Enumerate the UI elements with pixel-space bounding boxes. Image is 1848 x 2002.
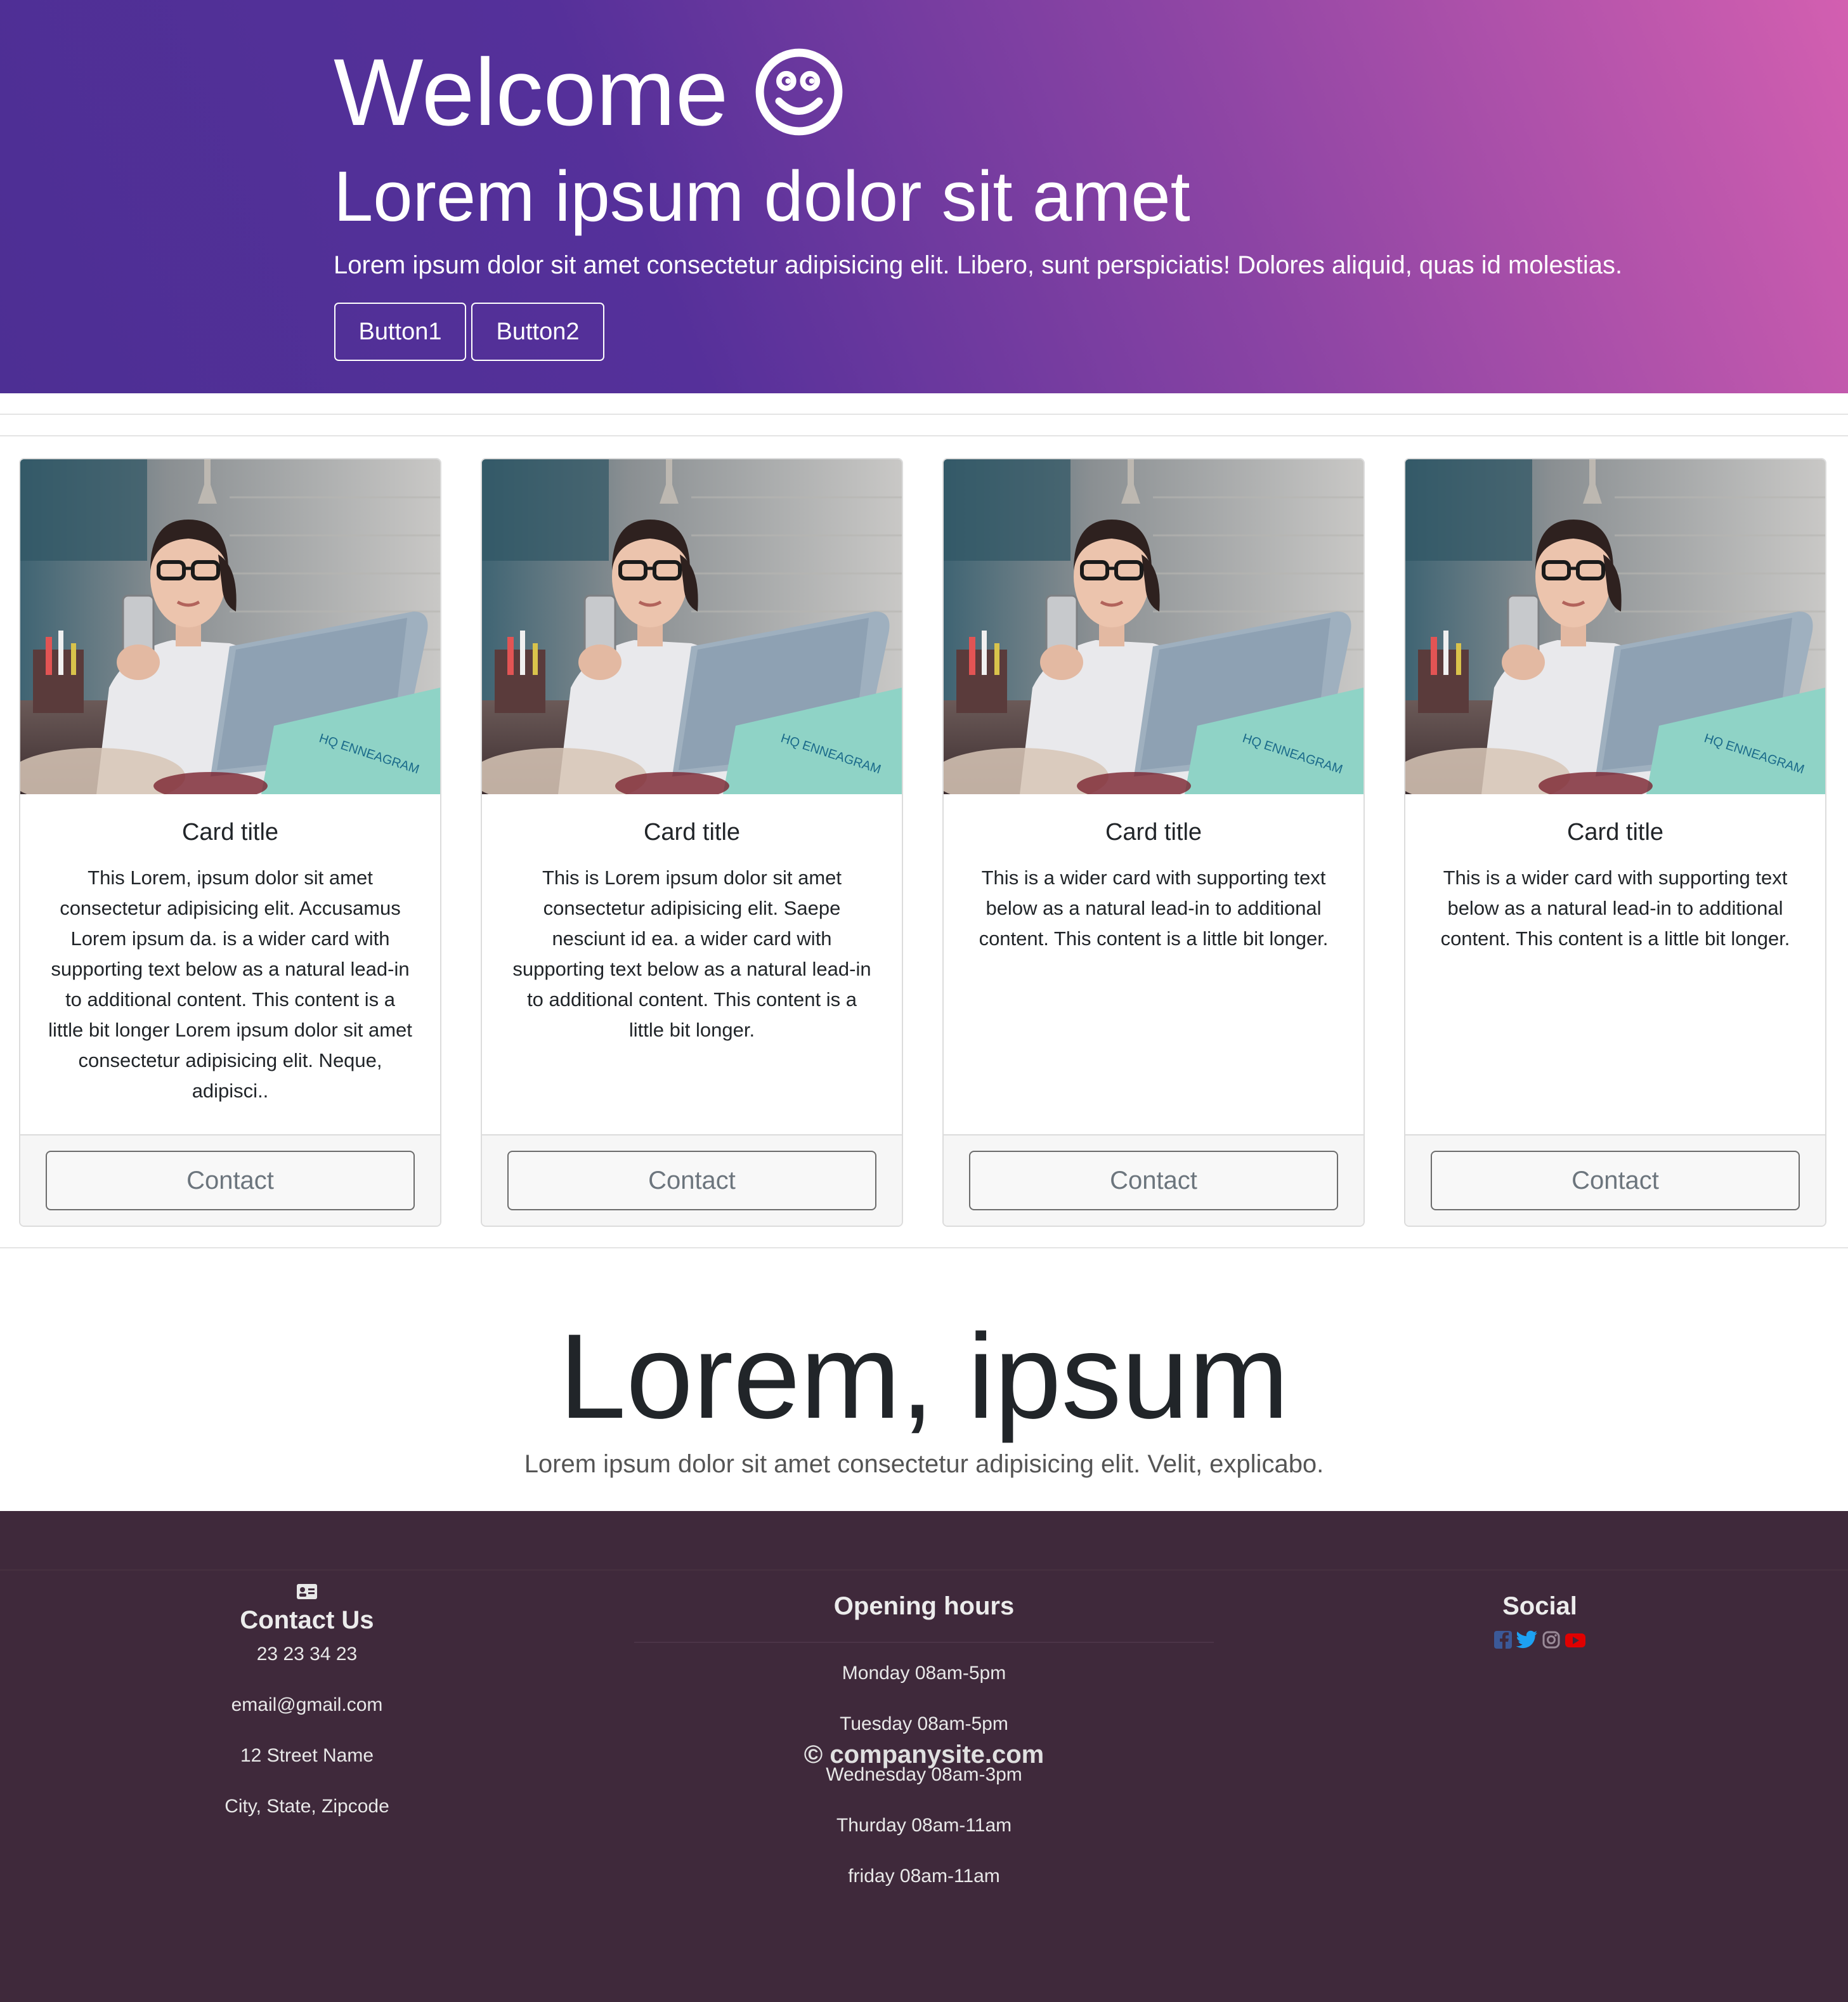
social-column: Social (1413, 1581, 1667, 1649)
card: HQ ENNEAGRAM Card title This is a wider … (1404, 458, 1826, 1227)
copyright: © companysite.com (804, 1741, 1044, 1769)
card-text: This is a wider card with supporting tex… (1440, 867, 1790, 950)
hours-divider (634, 1642, 1214, 1643)
hero-subtitle: Lorem ipsum dolor sit amet (334, 157, 1190, 236)
hero-title-text: Welcome (334, 39, 729, 145)
contact-button[interactable]: Contact (46, 1151, 415, 1210)
contact-button[interactable]: Contact (507, 1151, 876, 1210)
instagram-icon[interactable] (1542, 1630, 1561, 1649)
contact-heading: Contact Us (240, 1606, 374, 1634)
card-title: Card title (1566, 819, 1664, 846)
footer-divider (0, 1569, 1848, 1571)
card-text: This Lorem, ipsum dolor sit amet consect… (48, 867, 412, 1102)
card-footer: Contact (1405, 1134, 1825, 1226)
divider (0, 414, 1848, 415)
hours-heading: Opening hours (833, 1592, 1015, 1620)
card-title: Card title (1105, 819, 1202, 846)
card: HQ ENNEAGRAM Card title This Lorem, ipsu… (19, 458, 441, 1227)
card: HQ ENNEAGRAM Card title This is a wider … (942, 458, 1365, 1227)
hours-item: friday 08am-11am (848, 1866, 1000, 1887)
button1[interactable]: Button1 (334, 303, 466, 361)
hours-item: Tuesday 08am-5pm (840, 1713, 1008, 1734)
social-icons (1413, 1630, 1667, 1649)
hero-lead-text: Lorem ipsum dolor sit amet consectetur a… (334, 251, 1623, 279)
facebook-icon[interactable] (1493, 1630, 1513, 1649)
card-footer: Contact (482, 1134, 902, 1226)
hero-title: Welcome (334, 32, 845, 152)
card-title: Card title (643, 819, 741, 846)
card-image: HQ ENNEAGRAM (20, 459, 440, 794)
social-heading: Social (1502, 1592, 1577, 1620)
divider (0, 435, 1848, 436)
hours-item: Monday 08am-5pm (842, 1663, 1006, 1684)
card-image: HQ ENNEAGRAM (944, 459, 1363, 794)
contact-email[interactable]: email@gmail.com (180, 1692, 434, 1718)
card-footer: Contact (944, 1134, 1363, 1226)
contact-card-icon (297, 1584, 317, 1599)
card-text: This is Lorem ipsum dolor sit amet conse… (512, 867, 871, 1041)
contact-column: Contact Us 23 23 34 23 email@gmail.com 1… (180, 1581, 434, 1819)
twitter-icon[interactable] (1516, 1630, 1538, 1649)
hero-banner: Welcome Lorem ipsum dolor sit amet Lorem… (0, 0, 1848, 393)
contact-city: City, State, Zipcode (224, 1796, 389, 1817)
card-image: HQ ENNEAGRAM (1405, 459, 1825, 794)
card-image: HQ ENNEAGRAM (482, 459, 902, 794)
smiley-icon (756, 48, 843, 136)
card: HQ ENNEAGRAM Card title This is Lorem ip… (481, 458, 903, 1227)
button2[interactable]: Button2 (471, 303, 604, 361)
section-lead: Lorem ipsum dolor sit amet consectetur a… (524, 1450, 1324, 1478)
contact-button[interactable]: Contact (969, 1151, 1338, 1210)
card-footer: Contact (20, 1134, 440, 1226)
section-title: Lorem, ipsum (559, 1309, 1289, 1444)
card-title: Card title (181, 819, 279, 846)
youtube-icon[interactable] (1565, 1630, 1586, 1649)
contact-button[interactable]: Contact (1431, 1151, 1800, 1210)
card-text: This is a wider card with supporting tex… (979, 867, 1329, 950)
hours-item: Thurday 08am-11am (836, 1815, 1012, 1836)
contact-phone: 23 23 34 23 (256, 1644, 358, 1665)
divider (0, 1247, 1848, 1248)
